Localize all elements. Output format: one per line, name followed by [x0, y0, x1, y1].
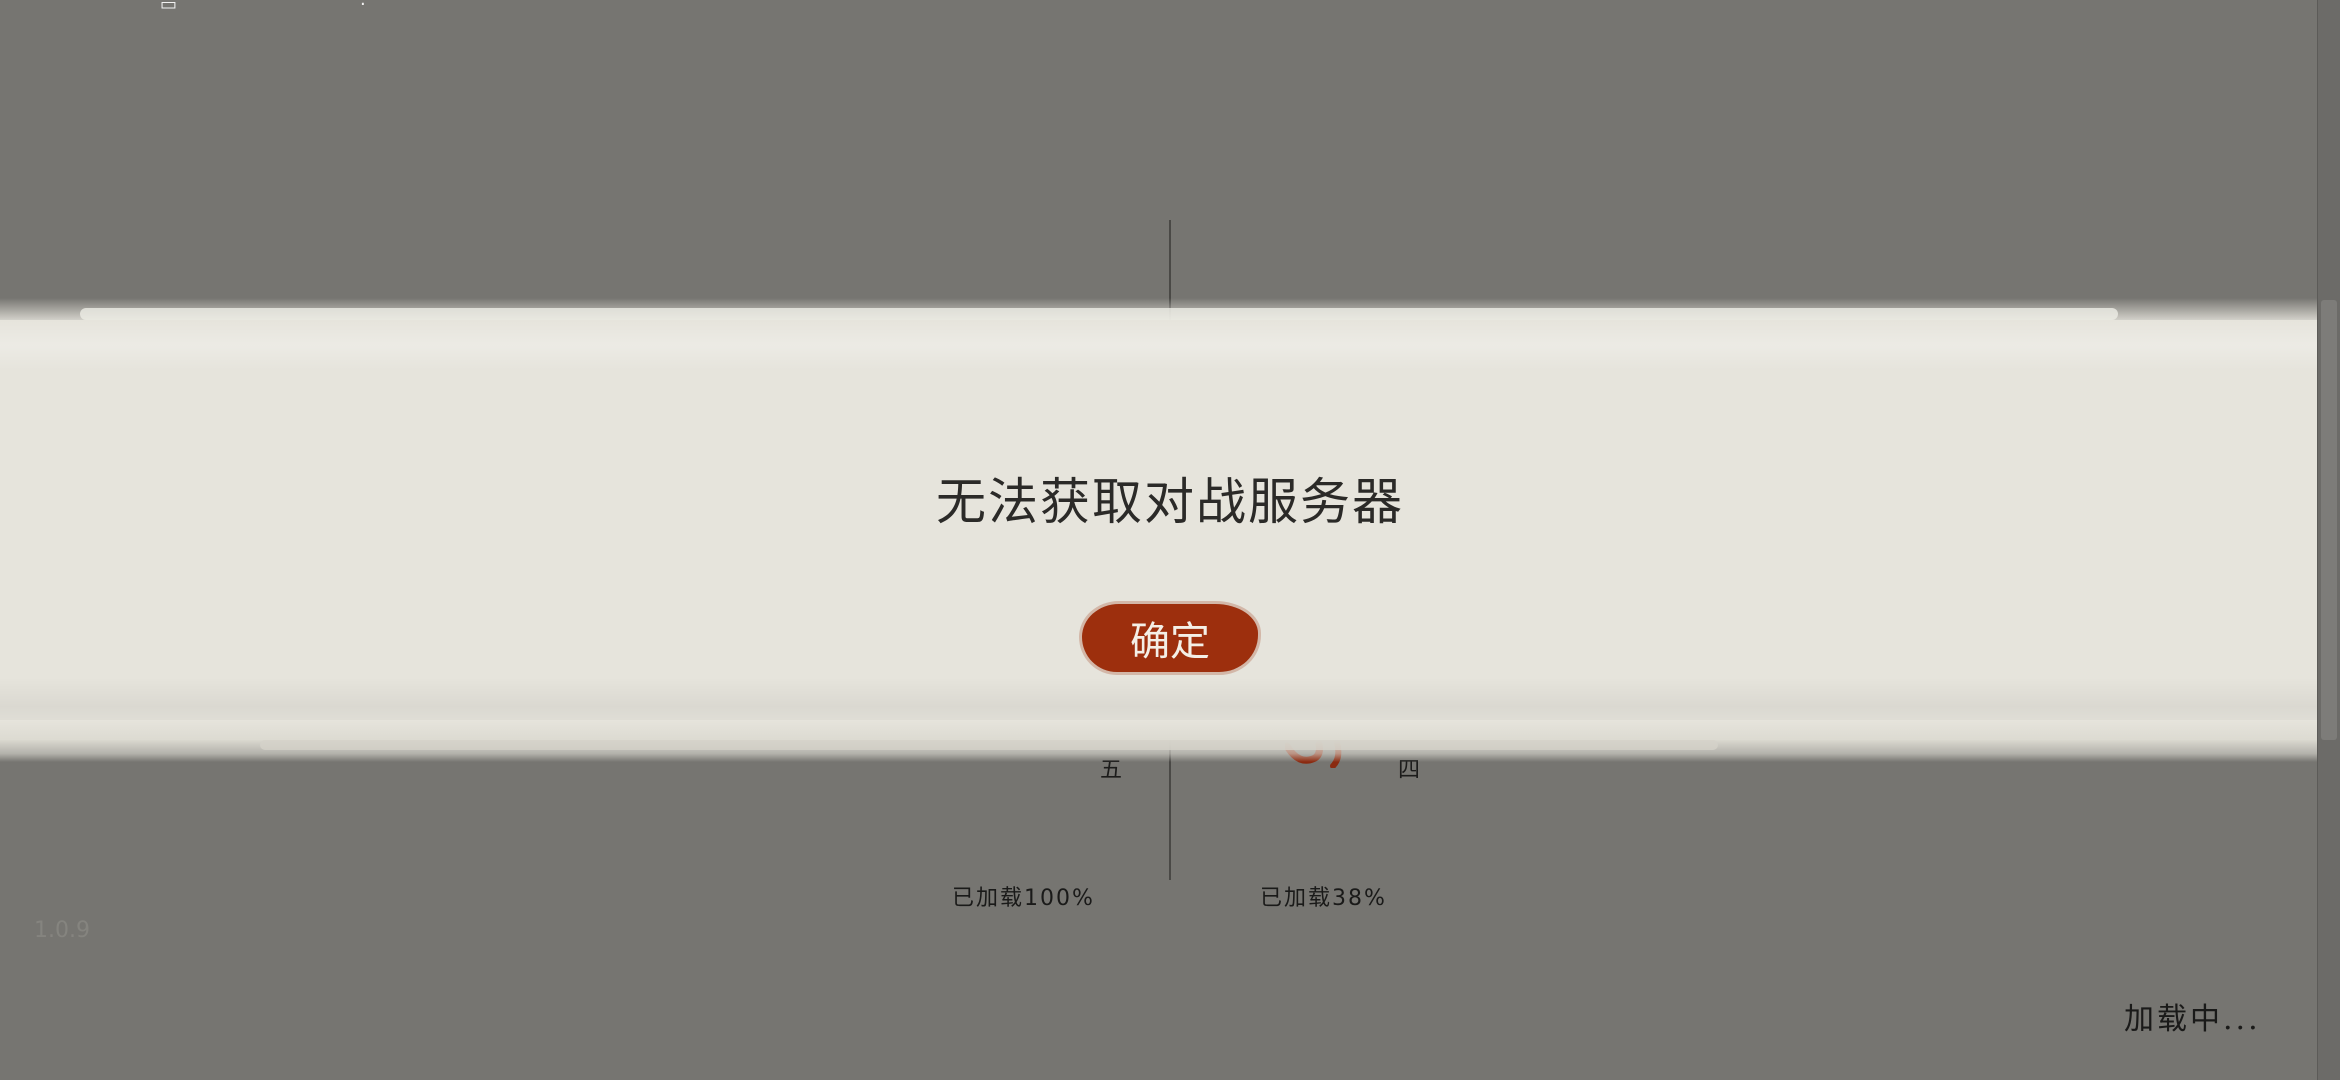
load-progress-left: 已加载100%: [952, 886, 1095, 911]
side-scrollbar[interactable]: [2317, 0, 2340, 1080]
status-bar-fragment: ▭ ·: [160, 0, 366, 15]
load-progress-right: 已加载38%: [1260, 886, 1387, 911]
version-label: 1.0.9: [34, 918, 90, 943]
scrollbar-thumb[interactable]: [2321, 300, 2337, 740]
brush-band-bottom-edge: [0, 720, 2318, 762]
confirm-button[interactable]: 确定: [1082, 604, 1258, 672]
status-icon: ▭: [160, 0, 178, 15]
status-icon: ·: [360, 0, 366, 15]
dialog-message: 无法获取对战服务器: [936, 473, 1404, 531]
loading-label: 加载中...: [2124, 1002, 2261, 1037]
